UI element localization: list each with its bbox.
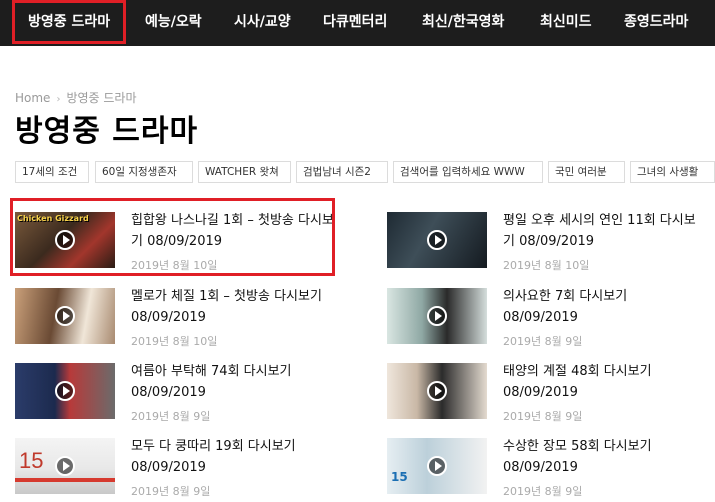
age-rating-label: 15 — [19, 448, 44, 473]
post-item: 멜로가 체질 1회 – 첫방송 다시보기 08/09/2019 2019년 8월… — [15, 288, 345, 350]
tag-item[interactable]: 60일 지정생존자 — [95, 161, 193, 183]
post-thumbnail[interactable] — [387, 212, 487, 268]
post-title-link[interactable]: 평일 오후 세시의 연인 11회 다시보기 08/09/2019 — [503, 210, 703, 252]
play-icon — [55, 456, 75, 476]
tag-item[interactable]: WATCHER 왓쳐 — [198, 161, 291, 183]
play-icon — [427, 306, 447, 326]
post-title-link[interactable]: 멜로가 체질 1회 – 첫방송 다시보기 08/09/2019 — [131, 286, 341, 328]
play-icon — [427, 456, 447, 476]
top-navigation: 방영중 드라마 예능/오락 시사/교양 다큐멘터리 최신/한국영화 최신미드 종… — [0, 0, 715, 46]
nav-item-korean-movies[interactable]: 최신/한국영화 — [422, 0, 504, 46]
play-icon — [427, 381, 447, 401]
post-item: 의사요한 7회 다시보기 08/09/2019 2019년 8월 9일 — [387, 288, 707, 350]
tag-item[interactable]: 국민 여러분 — [548, 161, 625, 183]
post-date: 2019년 8월 9일 — [503, 335, 583, 348]
breadcrumb-home-link[interactable]: Home — [15, 91, 50, 105]
age-rating-label: 15 — [391, 470, 408, 484]
post-title-link[interactable]: 태양의 계절 48회 다시보기 08/09/2019 — [503, 361, 703, 403]
post-thumbnail[interactable] — [15, 363, 115, 419]
post-thumbnail[interactable]: 15 — [15, 438, 115, 494]
tag-item[interactable]: 검법남녀 시즌2 — [296, 161, 388, 183]
play-icon — [55, 306, 75, 326]
nav-item-latest-us-drama[interactable]: 최신미드 — [540, 0, 592, 46]
post-thumbnail[interactable] — [387, 288, 487, 344]
page-title: 방영중 드라마 — [15, 114, 199, 149]
nav-item-current-affairs[interactable]: 시사/교양 — [234, 0, 291, 46]
breadcrumb: Home › 방영중 드라마 — [15, 89, 137, 106]
nav-item-documentary[interactable]: 다큐멘터리 — [323, 0, 387, 46]
post-thumbnail[interactable]: 15 — [387, 438, 487, 494]
play-icon — [55, 381, 75, 401]
post-date: 2019년 8월 10일 — [503, 259, 590, 272]
post-date: 2019년 8월 10일 — [131, 335, 218, 348]
highlight-box — [10, 198, 335, 276]
breadcrumb-chevron-icon: › — [56, 94, 61, 105]
play-icon — [427, 230, 447, 250]
nav-item-ended-drama[interactable]: 종영드라마 — [624, 0, 688, 46]
tag-item[interactable]: 그녀의 사생활 — [630, 161, 715, 183]
post-title-link[interactable]: 모두 다 쿵따리 19회 다시보기 08/09/2019 — [131, 436, 341, 478]
post-date: 2019년 8월 9일 — [503, 485, 583, 498]
tag-item[interactable]: 검색어를 입력하세요 WWW — [393, 161, 543, 183]
post-item: 15 모두 다 쿵따리 19회 다시보기 08/09/2019 2019년 8월… — [15, 438, 345, 500]
nav-item-airing-drama[interactable]: 방영중 드라마 — [12, 0, 127, 44]
post-date: 2019년 8월 9일 — [503, 410, 583, 423]
post-item: 태양의 계절 48회 다시보기 08/09/2019 2019년 8월 9일 — [387, 363, 707, 425]
post-title-link[interactable]: 수상한 장모 58회 다시보기 08/09/2019 — [503, 436, 703, 478]
post-date: 2019년 8월 9일 — [131, 410, 211, 423]
post-item: 여름아 부탁해 74회 다시보기 08/09/2019 2019년 8월 9일 — [15, 363, 345, 425]
post-thumbnail[interactable] — [15, 288, 115, 344]
tag-item[interactable]: 17세의 조건 — [15, 161, 89, 183]
post-item: 평일 오후 세시의 연인 11회 다시보기 08/09/2019 2019년 8… — [387, 212, 707, 274]
post-thumbnail[interactable] — [387, 363, 487, 419]
thumbnail-stripe — [15, 478, 115, 482]
nav-item-variety[interactable]: 예능/오락 — [145, 0, 202, 46]
post-title-link[interactable]: 여름아 부탁해 74회 다시보기 08/09/2019 — [131, 361, 341, 403]
post-title-link[interactable]: 의사요한 7회 다시보기 08/09/2019 — [503, 286, 703, 328]
breadcrumb-current: 방영중 드라마 — [66, 91, 137, 105]
post-item: 15 수상한 장모 58회 다시보기 08/09/2019 2019년 8월 9… — [387, 438, 707, 500]
post-date: 2019년 8월 9일 — [131, 485, 211, 498]
